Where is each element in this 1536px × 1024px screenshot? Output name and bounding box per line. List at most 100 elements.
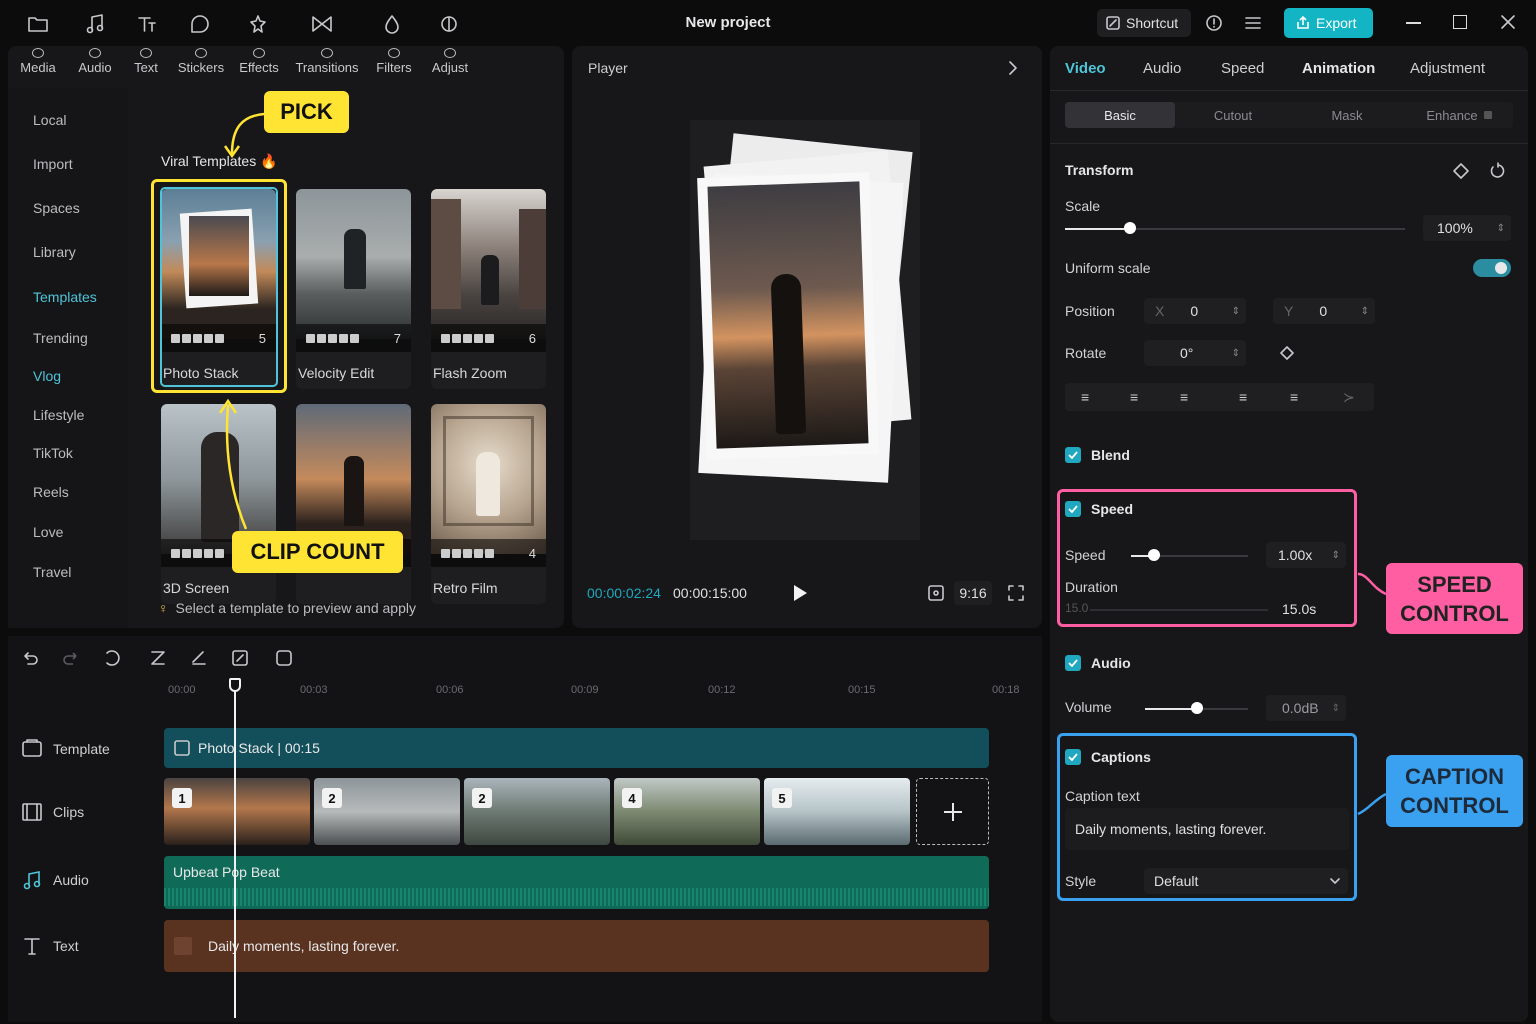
timeline-clip[interactable]: 5 (764, 778, 910, 845)
tab-animation[interactable]: Animation (1302, 60, 1375, 77)
subtab-basic[interactable]: Basic (1065, 102, 1175, 128)
shortcut-button[interactable]: Shortcut (1097, 9, 1191, 37)
split-icon[interactable] (104, 649, 122, 667)
align-top-icon[interactable]: ≡ (1239, 389, 1247, 405)
chevron-right-icon[interactable] (1008, 60, 1018, 76)
tab-effects[interactable]: Effects (234, 48, 284, 75)
sidebar-item-travel[interactable]: Travel (33, 564, 71, 580)
undo-icon[interactable] (21, 649, 39, 667)
music-icon[interactable] (78, 10, 112, 38)
sidebar-item-trending[interactable]: Trending (33, 330, 88, 346)
export-button[interactable]: Export (1284, 8, 1373, 38)
volume-input[interactable]: 0.0dB ⇕ (1266, 695, 1346, 721)
playhead-handle[interactable] (229, 678, 241, 692)
align-middle-icon[interactable]: ≡ (1290, 389, 1298, 405)
playhead-line[interactable] (234, 688, 236, 1018)
filters-icon[interactable] (375, 10, 409, 38)
snapshot-icon[interactable] (927, 584, 945, 602)
tab-adjust[interactable]: Adjust (426, 48, 474, 75)
caption-text-input[interactable]: Daily moments, lasting forever. (1065, 808, 1349, 850)
sidebar-item-lifestyle[interactable]: Lifestyle (33, 407, 84, 423)
blend-checkbox[interactable] (1065, 447, 1081, 463)
sidebar-item-templates[interactable]: Templates (33, 289, 97, 305)
play-icon[interactable] (792, 584, 808, 602)
speed-checkbox[interactable] (1065, 501, 1081, 517)
trim-right-icon[interactable] (190, 649, 208, 667)
timeline-clip[interactable]: 2 (464, 778, 610, 845)
timeline-clip[interactable]: 2 (314, 778, 460, 845)
sidebar-item-library[interactable]: Library (33, 244, 76, 260)
adjust-icon[interactable] (432, 10, 466, 38)
effects-icon[interactable] (241, 10, 275, 38)
aspect-ratio-button[interactable]: 9:16 (954, 581, 992, 605)
align-bottom-icon[interactable]: ≻ (1343, 389, 1355, 406)
tab-video[interactable]: Video (1065, 60, 1106, 77)
audio-checkbox[interactable] (1065, 655, 1081, 671)
tab-stickers[interactable]: Stickers (174, 48, 228, 75)
sidebar-item-vlog[interactable]: Vlog (33, 368, 61, 384)
align-center-icon[interactable]: ≡ (1130, 389, 1138, 405)
template-clip[interactable]: Photo Stack | 00:15 (164, 728, 989, 768)
fullscreen-icon[interactable] (1007, 584, 1025, 602)
tab-audio[interactable]: Audio (71, 48, 119, 75)
audio-clip[interactable]: Upbeat Pop Beat (164, 856, 989, 909)
template-card-flash-zoom[interactable]: 6 Flash Zoom (431, 189, 546, 389)
maximize-icon[interactable] (1453, 15, 1467, 29)
sidebar-item-import[interactable]: Import (33, 156, 73, 172)
add-clip-button[interactable] (916, 778, 989, 845)
keyframe-icon[interactable] (1452, 162, 1470, 180)
ruler-tick: 00:03 (300, 684, 328, 696)
folder-icon[interactable] (21, 10, 55, 38)
help-icon[interactable] (1205, 14, 1223, 32)
text-clip[interactable]: Daily moments, lasting forever. (164, 920, 989, 972)
reset-icon[interactable] (1489, 162, 1507, 180)
tab-transitions[interactable]: Transitions (290, 48, 364, 75)
volume-slider-handle[interactable] (1191, 702, 1203, 714)
audio-clip-label: Upbeat Pop Beat (173, 864, 280, 880)
template-card-velocity-edit[interactable]: 7 Velocity Edit (296, 189, 411, 389)
transitions-icon[interactable] (305, 10, 339, 38)
timeline-clip[interactable]: 4 (614, 778, 760, 845)
sticker-icon[interactable] (183, 10, 217, 38)
sidebar-item-spaces[interactable]: Spaces (33, 200, 80, 216)
rotate-input[interactable]: 0° ⇕ (1144, 340, 1246, 366)
tab-media[interactable]: Media (14, 48, 62, 75)
tab-inspector-audio[interactable]: Audio (1143, 60, 1181, 77)
tab-speed[interactable]: Speed (1221, 60, 1264, 77)
rotate-keyframe-icon[interactable] (1280, 346, 1294, 360)
style-select[interactable]: Default (1144, 868, 1348, 894)
template-card-retro-film[interactable]: 4 Retro Film (431, 404, 546, 604)
timeline-clip[interactable]: 1 (164, 778, 310, 845)
tab-adjustment[interactable]: Adjustment (1410, 60, 1485, 77)
crop-icon[interactable] (231, 649, 249, 667)
close-icon[interactable] (1500, 14, 1516, 30)
tab-text[interactable]: Text (124, 48, 168, 75)
position-y-input[interactable]: Y 0 ⇕ (1273, 298, 1375, 324)
sidebar-item-tiktok[interactable]: TikTok (33, 445, 73, 461)
minimize-icon[interactable] (1406, 22, 1421, 24)
align-left-icon[interactable]: ≡ (1081, 389, 1089, 405)
clip-count: 7 (393, 330, 401, 346)
subtab-mask[interactable]: Mask (1292, 102, 1402, 128)
text-icon[interactable] (130, 10, 164, 38)
sidebar-item-love[interactable]: Love (33, 524, 63, 540)
menu-icon[interactable] (1244, 14, 1262, 32)
trim-left-icon[interactable] (149, 649, 167, 667)
speed-slider-handle[interactable] (1148, 549, 1160, 561)
position-x-input[interactable]: X 0 ⇕ (1144, 298, 1246, 324)
subtab-cutout[interactable]: Cutout (1178, 102, 1288, 128)
scale-slider-handle[interactable] (1124, 222, 1136, 234)
align-right-icon[interactable]: ≡ (1180, 389, 1188, 405)
frame-icon[interactable] (275, 649, 293, 667)
duration-slider[interactable] (1090, 609, 1268, 611)
captions-checkbox[interactable] (1065, 749, 1081, 765)
sidebar-item-reels[interactable]: Reels (33, 484, 69, 500)
tab-filters[interactable]: Filters (370, 48, 418, 75)
speed-input[interactable]: 1.00x ⇕ (1266, 542, 1346, 568)
sidebar-item-local[interactable]: Local (33, 112, 66, 128)
redo-icon[interactable] (62, 649, 80, 667)
subtab-enhance[interactable]: Enhance (1405, 102, 1513, 128)
uniform-scale-toggle[interactable] (1473, 259, 1511, 277)
scale-input[interactable]: 100% ⇕ (1423, 215, 1511, 241)
template-card-sunset[interactable]: 5 (296, 404, 411, 604)
